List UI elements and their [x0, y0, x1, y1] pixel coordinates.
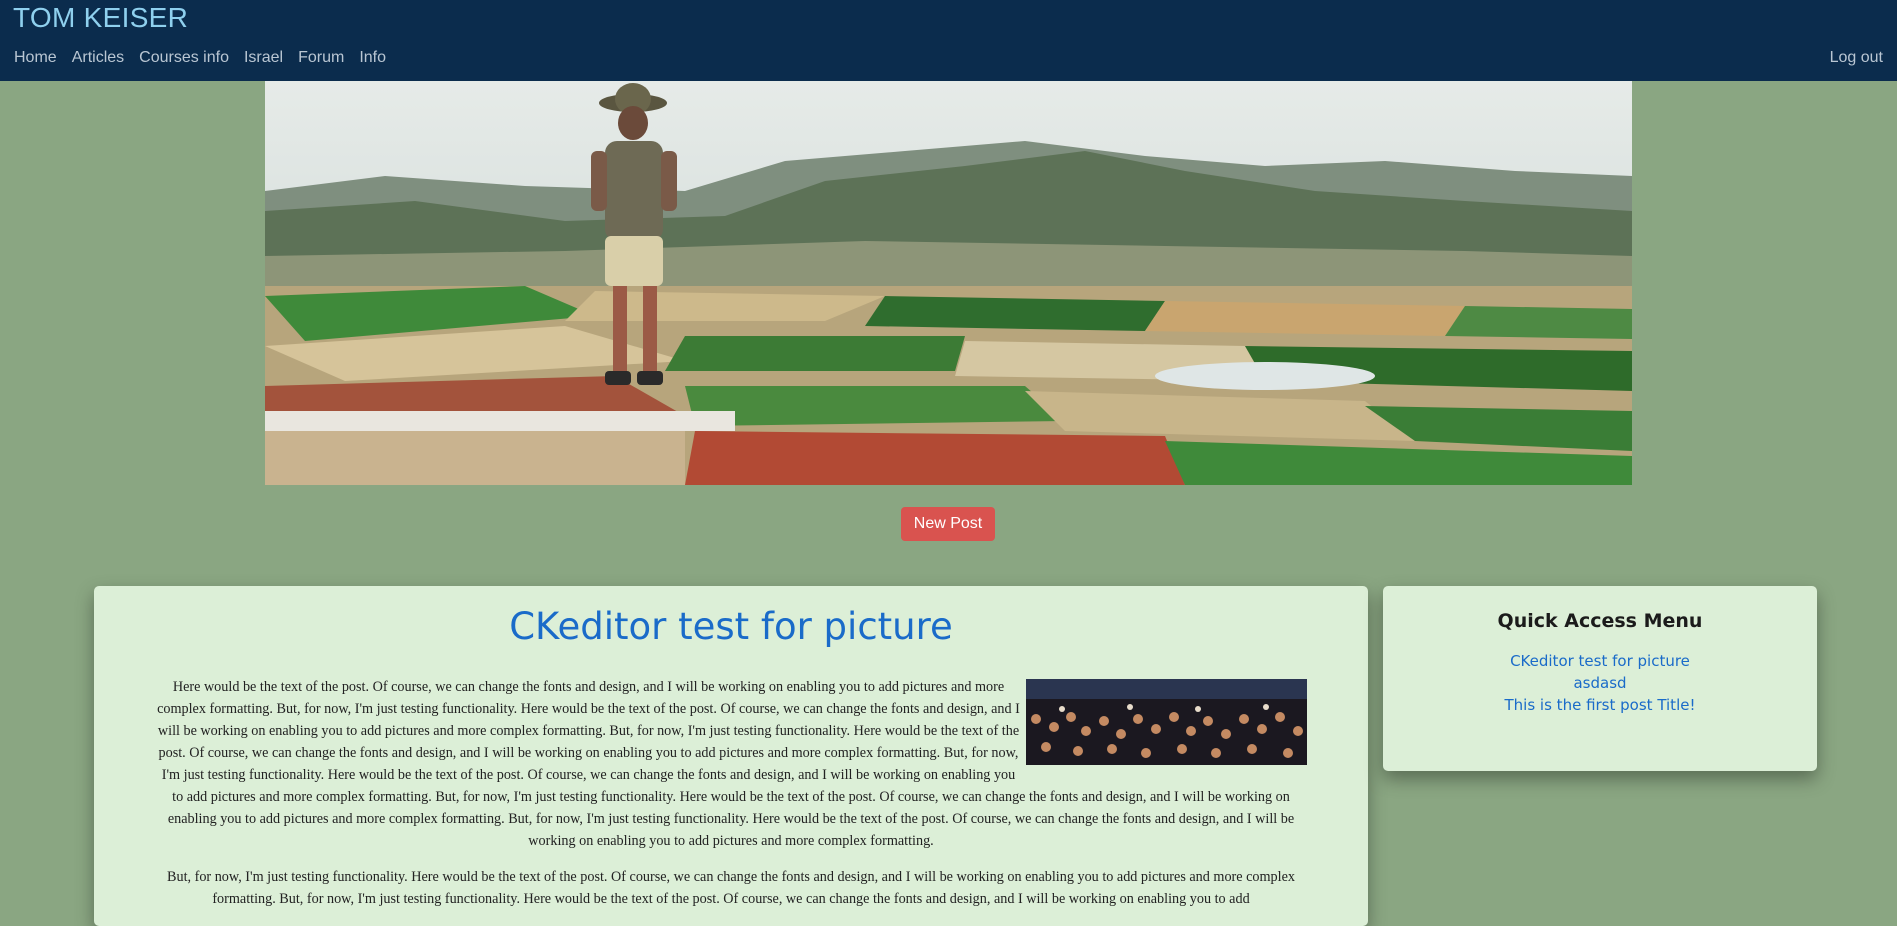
- nav-links: Home Articles Courses info Israel Forum …: [14, 49, 386, 67]
- post-inline-image: [1026, 679, 1307, 765]
- nav-articles[interactable]: Articles: [72, 49, 124, 67]
- nav-israel[interactable]: Israel: [244, 49, 283, 67]
- new-post-button[interactable]: New Post: [901, 507, 995, 541]
- quick-access-title: Quick Access Menu: [1497, 610, 1703, 632]
- site-brand[interactable]: TOM KEISER: [13, 2, 188, 34]
- logout-link[interactable]: Log out: [1830, 49, 1883, 67]
- nav-courses-info[interactable]: Courses info: [139, 49, 229, 67]
- quick-link-ckeditor-test[interactable]: CKeditor test for picture: [1383, 650, 1817, 672]
- post-body: Here would be the text of the post. Of c…: [155, 676, 1307, 924]
- post-title: CKeditor test for picture: [509, 605, 953, 648]
- top-navbar: TOM KEISER Home Articles Courses info Is…: [0, 0, 1897, 81]
- post-card: CKeditor test for picture Here would be …: [94, 586, 1368, 926]
- hero-image: [265, 81, 1632, 485]
- nav-info[interactable]: Info: [359, 49, 386, 67]
- nav-forum[interactable]: Forum: [298, 49, 344, 67]
- nav-home[interactable]: Home: [14, 49, 57, 67]
- post-paragraph: But, for now, I'm just testing functiona…: [167, 869, 1295, 907]
- quick-access-list: CKeditor test for picture asdasd This is…: [1383, 650, 1817, 716]
- quick-access-card: Quick Access Menu CKeditor test for pict…: [1383, 586, 1817, 771]
- post-paragraph: Here would be the text of the post. Of c…: [155, 676, 1307, 852]
- quick-link-first-post[interactable]: This is the first post Title!: [1383, 694, 1817, 716]
- quick-link-asdasd[interactable]: asdasd: [1383, 672, 1817, 694]
